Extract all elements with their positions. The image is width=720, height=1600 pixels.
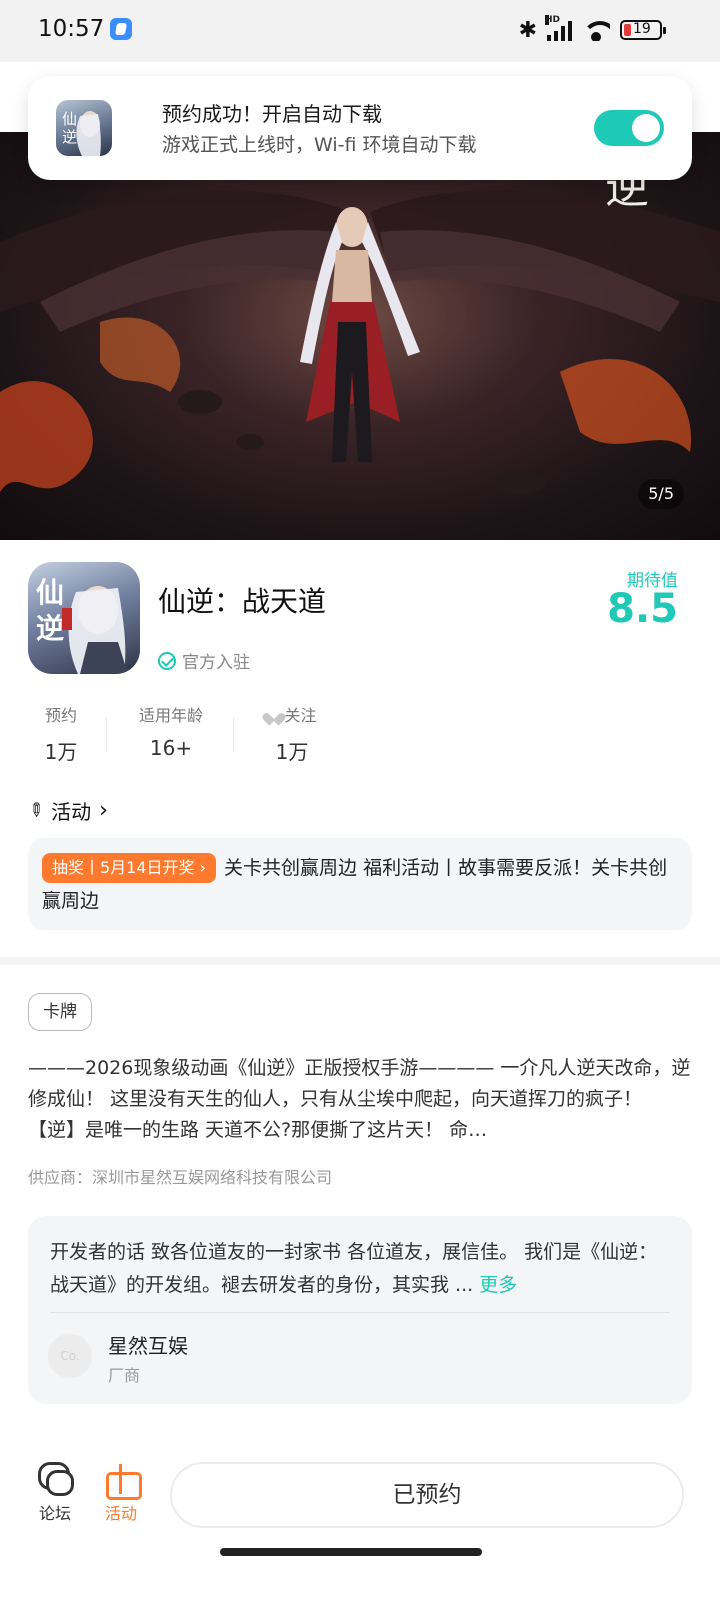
svg-text:逆: 逆 (62, 128, 77, 146)
nav-forum[interactable]: 论坛 (30, 1462, 80, 1524)
activity-section-header[interactable]: ✎ 活动 › (23, 796, 108, 825)
section-divider (0, 957, 720, 965)
reserved-button[interactable]: 已预约 (170, 1462, 684, 1528)
pin-icon: ✎ (22, 797, 49, 824)
game-stats: 预约 1万 适用年龄 16+ 关注 1万 (28, 702, 340, 764)
battery-level: 19 (633, 21, 651, 37)
bottom-action-bar: 论坛 活动 已预约 (0, 1440, 720, 1600)
official-badge: 官方入驻 (158, 648, 250, 673)
official-label: 官方入驻 (182, 653, 250, 673)
activity-header-label: 活动 (51, 800, 92, 824)
stat-follow[interactable]: 关注 1万 (244, 702, 340, 764)
developer-avatar[interactable]: Co. (48, 1334, 92, 1378)
expect-score: 8.5 (607, 586, 678, 632)
reservation-success-toast: 仙 逆 预约成功！开启自动下载 游戏正式上线时，Wi-fi 环境自动下载 (28, 76, 692, 180)
gift-icon (104, 1462, 142, 1500)
hero-image-counter: 5/5 (638, 479, 684, 509)
stat-reservations: 预约 1万 (28, 702, 94, 764)
hd-badge: HD (545, 15, 561, 25)
developer-role: 厂商 (108, 1366, 141, 1385)
bluetooth-icon: ✱ (518, 17, 537, 43)
battery-icon: 19 (620, 20, 666, 40)
more-link[interactable]: 更多 (479, 1274, 517, 1296)
game-icon-small: 仙 逆 (56, 100, 112, 156)
hero-banner[interactable]: 逆 5/5 (0, 132, 720, 540)
svg-text:仙: 仙 (62, 110, 77, 128)
nav-activity-label: 活动 (104, 1504, 137, 1523)
lottery-tag[interactable]: 抽奖丨5月14日开奖 › (42, 853, 217, 883)
developer-note: 开发者的话 致各位道友的一封家书 各位道友，展信佳。 我们是《仙逆：战天道》的开… (50, 1236, 670, 1302)
forum-chat-icon (38, 1462, 74, 1496)
status-icons: ✱ HD 19 (518, 15, 666, 44)
stat-label: 关注 (284, 706, 317, 725)
status-bar: 10:57 ✱ HD 19 (0, 0, 720, 62)
game-title: 仙逆：战天道 (158, 585, 327, 618)
stat-label: 适用年龄 (138, 706, 203, 725)
developer-name[interactable]: 星然互娱 (108, 1330, 188, 1359)
game-icon: 仙 逆 (28, 562, 140, 674)
stat-value: 16+ (149, 736, 193, 760)
developer-note-text: 开发者的话 致各位道友的一封家书 各位道友，展信佳。 我们是《仙逆：战天道》的开… (50, 1241, 658, 1296)
stat-label: 预约 (44, 706, 77, 725)
supplier-info: 供应商：深圳市星然互娱网络科技有限公司 (28, 1168, 333, 1187)
stat-value: 1万 (44, 740, 78, 764)
svg-text:逆: 逆 (36, 612, 64, 645)
app-notification-icon (110, 18, 132, 40)
toast-subtitle: 游戏正式上线时，Wi-fi 环境自动下载 (162, 134, 477, 156)
genre-tag[interactable]: 卡牌 (28, 993, 92, 1031)
hero-artwork: 逆 (0, 162, 720, 494)
home-indicator[interactable] (220, 1548, 482, 1556)
developer-card[interactable]: 开发者的话 致各位道友的一封家书 各位道友，展信佳。 我们是《仙逆：战天道》的开… (28, 1216, 692, 1404)
wifi-icon (582, 19, 610, 41)
auto-download-toggle[interactable] (594, 110, 664, 146)
clock: 10:57 (38, 16, 105, 42)
activity-card[interactable]: 抽奖丨5月14日开奖 › 关卡共创赢周边 福利活动丨故事需要反派！关卡共创赢周边 (28, 838, 692, 930)
svg-text:仙: 仙 (36, 576, 64, 609)
nav-activity[interactable]: 活动 (96, 1462, 146, 1524)
toast-title: 预约成功！开启自动下载 (162, 102, 382, 126)
divider (50, 1312, 670, 1313)
stat-age-rating: 适用年龄 16+ (119, 702, 223, 764)
heart-icon (267, 708, 281, 721)
signal-icon: HD (545, 15, 572, 41)
stat-value: 1万 (275, 740, 309, 764)
verified-check-icon (158, 651, 176, 670)
nav-forum-label: 论坛 (38, 1504, 71, 1523)
chevron-right-icon: › (99, 798, 108, 823)
game-description[interactable]: ———2026现象级动画《仙逆》正版授权手游———— 一介凡人逆天改命，逆修成仙… (28, 1053, 692, 1146)
